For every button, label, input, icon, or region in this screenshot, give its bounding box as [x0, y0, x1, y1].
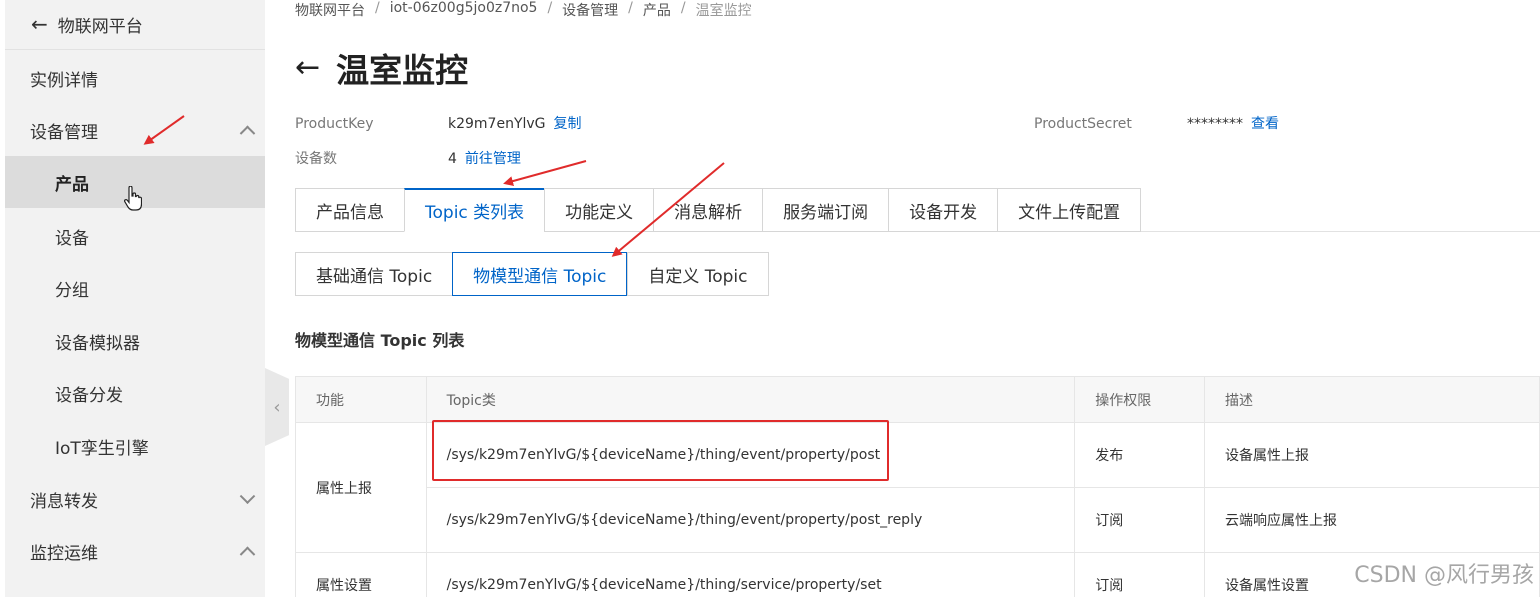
breadcrumb: 物联网平台 / iot-06z00g5jo0z7no5/ 设备管理 / 产品 / 温室…	[295, 0, 752, 20]
device-count-value: 4	[448, 151, 457, 167]
tab-server-subscription[interactable]: 服务端订阅	[762, 188, 889, 232]
topic-table: 功能 Topic类 操作权限 描述 属性上报 /sys/k29m7enYlvG/…	[295, 376, 1540, 597]
chevron-left-icon: ‹	[273, 396, 281, 418]
sidebar-item-monitoring-ops[interactable]: 监控运维	[5, 525, 265, 577]
manage-link[interactable]: 前往管理	[465, 151, 521, 167]
sidebar-item-groups[interactable]: 分组	[5, 262, 265, 314]
hand-cursor-icon	[124, 186, 142, 211]
sidebar-item-instance-details[interactable]: 实例详情	[5, 52, 265, 104]
subtab-custom-topic[interactable]: 自定义 Topic	[627, 252, 769, 296]
watermark: CSDN @风行男孩	[1354, 563, 1534, 588]
chevron-up-icon	[239, 125, 256, 142]
sidebar-item-iot-twin-engine[interactable]: IoT孪生引擎	[5, 420, 265, 472]
subtab-thing-model-topic[interactable]: 物模型通信 Topic	[452, 252, 628, 296]
section-title: 物模型通信 Topic 列表	[295, 331, 465, 350]
description-cell: 设备属性上报	[1203, 422, 1540, 488]
column-header: 功能	[295, 376, 427, 423]
main-content: 物联网平台 / iot-06z00g5jo0z7no5/ 设备管理 / 产品 / 温室…	[295, 0, 1540, 597]
function-cell: 属性上报	[295, 422, 427, 553]
back-arrow-icon[interactable]: ←	[295, 53, 320, 83]
breadcrumb-item[interactable]: 物联网平台	[295, 0, 365, 20]
sidebar-item-label: 设备模拟器	[55, 333, 140, 354]
product-secret-value: ********	[1187, 116, 1243, 132]
subtab-basic-topic[interactable]: 基础通信 Topic	[295, 252, 453, 296]
chevron-down-icon	[239, 488, 256, 505]
tab-device-development[interactable]: 设备开发	[888, 188, 998, 232]
sidebar-item-label: 设备分发	[55, 385, 123, 406]
tab-file-upload-config[interactable]: 文件上传配置	[997, 188, 1142, 232]
topic-cell: /sys/k29m7enYlvG/${deviceName}/thing/eve…	[425, 487, 1076, 553]
topic-cell: /sys/k29m7enYlvG/${deviceName}/thing/ser…	[425, 552, 1076, 597]
chevron-up-icon	[239, 546, 256, 563]
column-header: Topic类	[425, 376, 1076, 423]
sidebar-item-devices[interactable]: 设备	[5, 210, 265, 262]
tab-topic-list[interactable]: Topic 类列表	[404, 188, 545, 232]
device-count-label: 设备数	[295, 151, 337, 167]
back-arrow-icon: ←	[31, 11, 48, 36]
product-tabs: 产品信息 Topic 类列表 功能定义 消息解析 服务端订阅 设备开发 文件上传…	[295, 188, 1142, 232]
column-header: 描述	[1203, 376, 1540, 423]
breadcrumb-item[interactable]: 设备管理	[562, 0, 618, 20]
sidebar-header-label: 物联网平台	[57, 17, 143, 37]
permission-cell: 订阅	[1074, 487, 1205, 553]
description-cell: 云端响应属性上报	[1203, 487, 1540, 553]
sidebar-item-message-forwarding[interactable]: 消息转发	[5, 473, 265, 525]
product-key-row: ProductKey k29m7enYlvG 复制	[295, 113, 582, 133]
sidebar-collapse-handle[interactable]: ‹	[265, 368, 289, 446]
device-count-row: 设备数 4 前往管理	[295, 148, 521, 168]
breadcrumb-current: 温室监控	[695, 3, 752, 19]
sidebar-item-label: 产品	[55, 174, 89, 195]
breadcrumb-item[interactable]: iot-06z00g5jo0z7no5	[390, 0, 538, 20]
table-row: 属性设置 /sys/k29m7enYlvG/${deviceName}/thin…	[295, 552, 1540, 597]
page-header: ← 温室监控	[295, 44, 468, 92]
highlight-box-annotation	[432, 420, 889, 481]
product-key-label: ProductKey	[295, 116, 374, 132]
table-row: /sys/k29m7enYlvG/${deviceName}/thing/eve…	[296, 487, 1540, 553]
sidebar-item-label: 消息转发	[30, 491, 98, 512]
function-cell: 属性设置	[295, 552, 427, 597]
page-title: 温室监控	[336, 51, 469, 90]
sidebar-item-device-distribution[interactable]: 设备分发	[5, 367, 265, 419]
product-key-value: k29m7enYlvG	[448, 116, 546, 132]
sidebar-item-label: 实例详情	[30, 70, 98, 91]
table-header-row: 功能 Topic类 操作权限 描述	[295, 376, 1540, 423]
sidebar-item-label: 分组	[55, 280, 89, 301]
product-secret-row: ProductSecret ******** 查看	[1034, 113, 1279, 133]
tab-message-parsing[interactable]: 消息解析	[653, 188, 763, 232]
column-header: 操作权限	[1074, 376, 1205, 423]
permission-cell: 发布	[1074, 422, 1205, 488]
product-secret-label: ProductSecret	[1034, 116, 1132, 132]
sidebar-item-device-simulator[interactable]: 设备模拟器	[5, 315, 265, 367]
topic-subtabs: 基础通信 Topic 物模型通信 Topic 自定义 Topic	[295, 252, 769, 296]
permission-cell: 订阅	[1074, 552, 1205, 597]
sidebar-item-label: 设备	[55, 228, 89, 249]
sidebar-back-header[interactable]: ← 物联网平台	[5, 0, 265, 50]
tab-product-info[interactable]: 产品信息	[295, 188, 404, 232]
sidebar-item-label: 设备管理	[30, 122, 98, 143]
copy-link[interactable]: 复制	[554, 116, 582, 132]
breadcrumb-item[interactable]: 产品	[643, 0, 671, 20]
sidebar-item-device-management[interactable]: 设备管理	[5, 104, 265, 156]
sidebar: ← 物联网平台 实例详情 设备管理 产品 设备 分组 设备模拟器 设备分发 Io…	[0, 0, 265, 597]
sidebar-item-label: 监控运维	[30, 543, 98, 564]
view-link[interactable]: 查看	[1251, 116, 1279, 132]
tab-function-definition[interactable]: 功能定义	[544, 188, 654, 232]
sidebar-item-label: IoT孪生引擎	[55, 438, 149, 459]
